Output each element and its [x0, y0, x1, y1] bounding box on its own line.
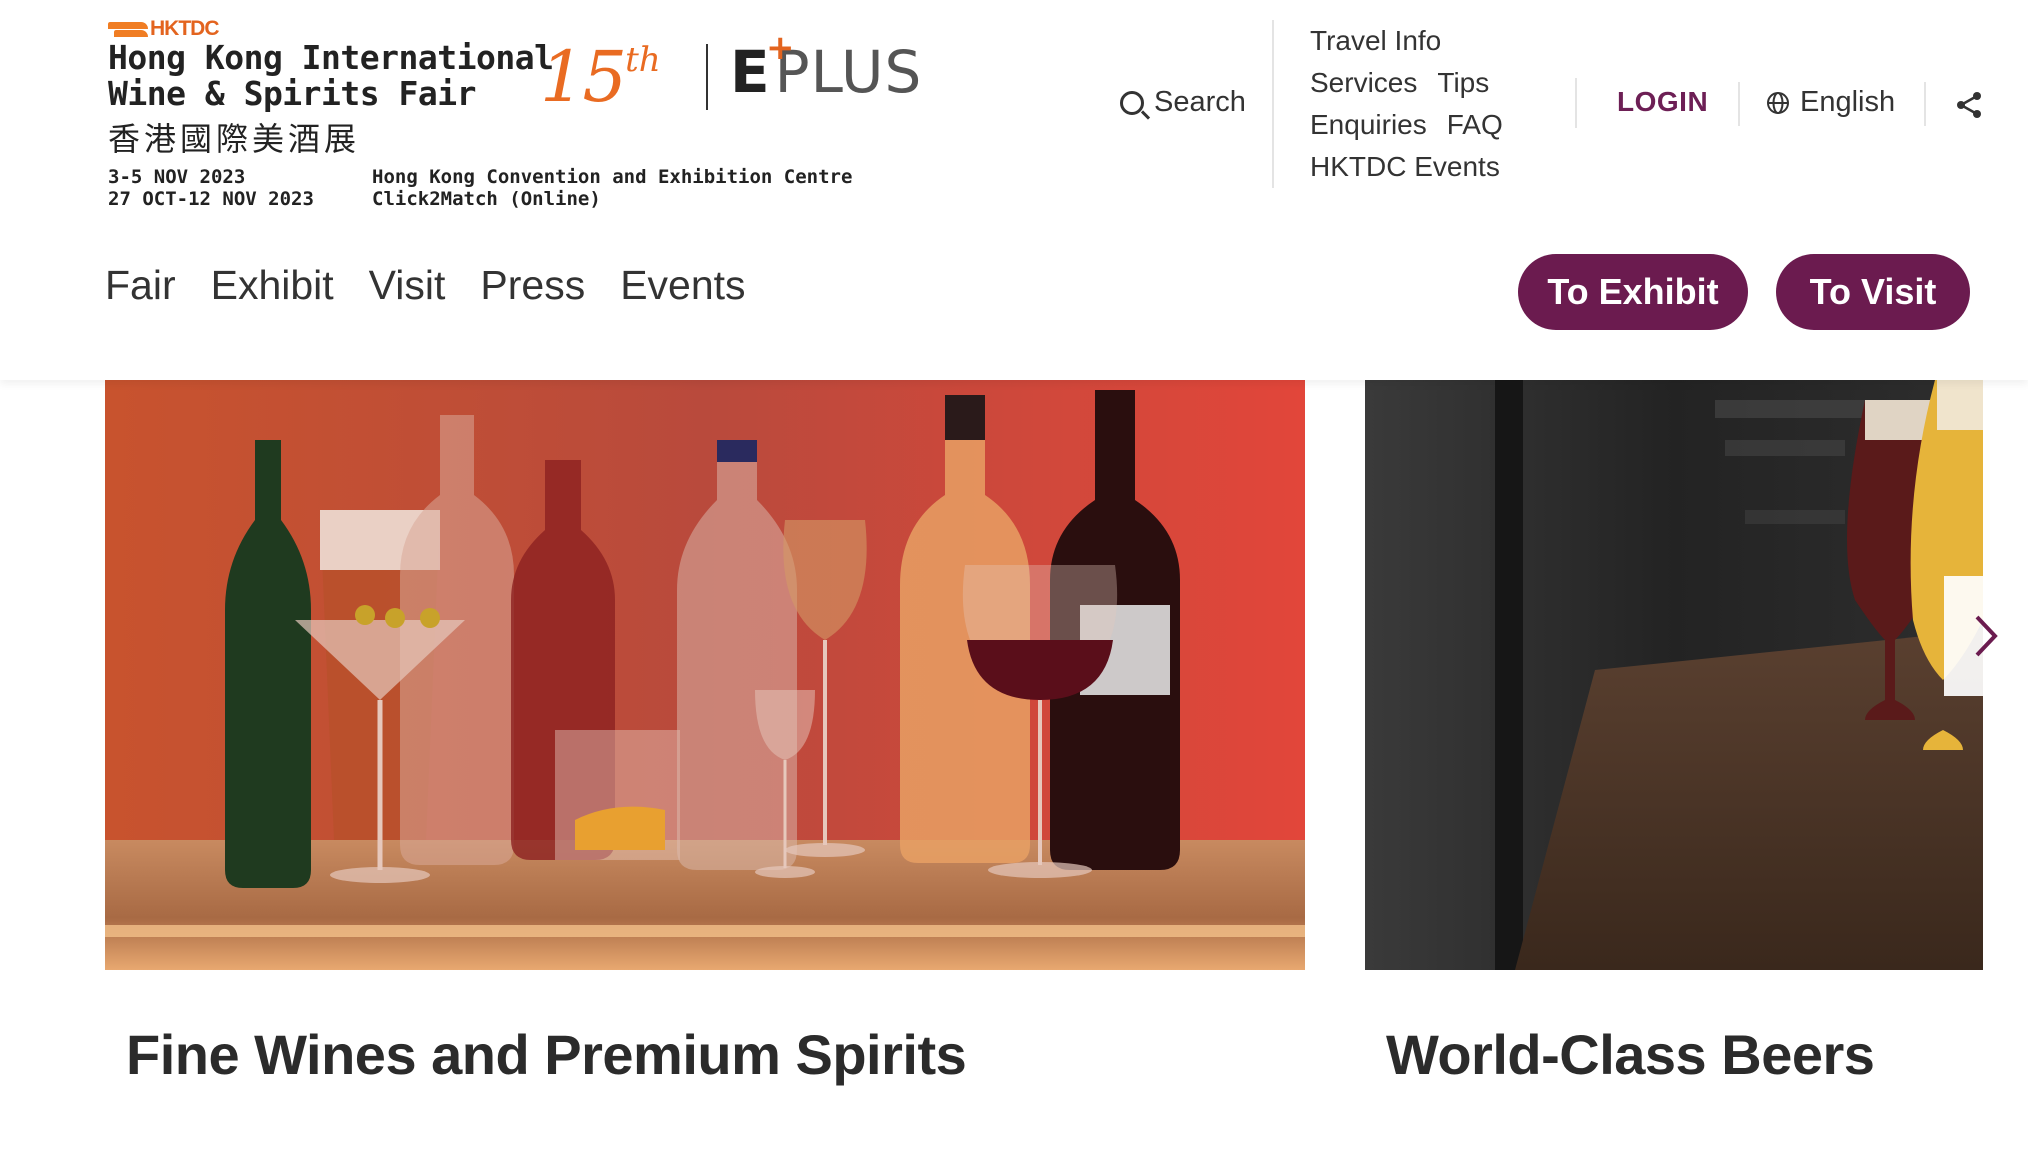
chevron-right-icon	[1975, 615, 1998, 657]
hktdc-logo[interactable]: HKTDC	[108, 17, 219, 40]
wines-spirits-photo	[105, 380, 1305, 970]
fair-title-line1: Hong Kong International	[108, 38, 554, 77]
eplus-plus-mark: +	[766, 28, 796, 68]
venue-physical: Hong Kong Convention and Exhibition Cent…	[372, 166, 853, 188]
beers-image[interactable]	[1365, 380, 1983, 970]
fair-dates: 3-5 NOV 2023 27 OCT-12 NOV 2023	[108, 166, 314, 210]
link-enquiries[interactable]: Enquiries	[1310, 104, 1427, 146]
anniversary-badge: 15th	[540, 36, 661, 118]
date-online: 27 OCT-12 NOV 2023	[108, 188, 314, 210]
nav-fair[interactable]: Fair	[105, 262, 176, 309]
anniversary-suffix: th	[625, 40, 661, 80]
eplus-e: E	[730, 38, 771, 106]
link-faq[interactable]: FAQ	[1447, 104, 1503, 146]
share-icon[interactable]	[1954, 90, 1984, 120]
date-physical: 3-5 NOV 2023	[108, 166, 246, 188]
fair-title-chinese: 香港國際美酒展	[108, 120, 361, 158]
language-selector[interactable]: English	[1766, 86, 1895, 119]
login-button[interactable]: LOGIN	[1617, 86, 1708, 118]
search-icon	[1120, 90, 1144, 115]
search-label: Search	[1154, 86, 1246, 118]
language-label: English	[1800, 86, 1896, 118]
beers-photo	[1365, 380, 1983, 970]
link-hktdc-events[interactable]: HKTDC Events	[1310, 146, 1500, 188]
venue-online: Click2Match (Online)	[372, 188, 601, 210]
fair-title[interactable]: Hong Kong International Wine & Spirits F…	[108, 38, 554, 113]
header-divider	[1575, 78, 1577, 128]
header-divider	[1924, 82, 1926, 126]
link-travel-info[interactable]: Travel Info	[1310, 20, 1441, 62]
eplus-word: PLUS	[774, 38, 923, 106]
card-title-beers[interactable]: World-Class Beers	[1386, 1022, 1875, 1087]
to-exhibit-button[interactable]: To Exhibit	[1518, 254, 1748, 330]
link-tips[interactable]: Tips	[1437, 62, 1489, 104]
eplus-logo: E + PLUS	[730, 28, 923, 106]
nav-exhibit[interactable]: Exhibit	[211, 262, 334, 309]
nav-visit[interactable]: Visit	[369, 262, 446, 309]
carousel-next-button[interactable]	[1944, 576, 2028, 696]
quick-links: Travel Info Services Tips Enquiries FAQ HK…	[1310, 20, 1503, 188]
wines-spirits-image[interactable]	[105, 380, 1305, 970]
header-divider	[1738, 82, 1740, 126]
hktdc-mark-icon	[108, 21, 148, 37]
main-nav: Fair Exhibit Visit Press Events	[105, 262, 746, 309]
anniversary-number: 15	[540, 36, 627, 118]
search-button[interactable]: Search	[1120, 86, 1246, 119]
globe-icon	[1767, 91, 1789, 114]
link-services[interactable]: Services	[1310, 62, 1417, 104]
fair-title-line2: Wine & Spirits Fair	[108, 74, 477, 113]
to-visit-button[interactable]: To Visit	[1776, 254, 1970, 330]
card-title-wines-spirits[interactable]: Fine Wines and Premium Spirits	[126, 1022, 967, 1087]
logo-divider	[706, 44, 708, 110]
header-divider	[1272, 20, 1274, 188]
fair-venue: Hong Kong Convention and Exhibition Cent…	[372, 166, 852, 210]
site-header: HKTDC Hong Kong International Wine & Spi…	[0, 0, 2028, 380]
nav-press[interactable]: Press	[480, 262, 585, 309]
nav-events[interactable]: Events	[620, 262, 745, 309]
